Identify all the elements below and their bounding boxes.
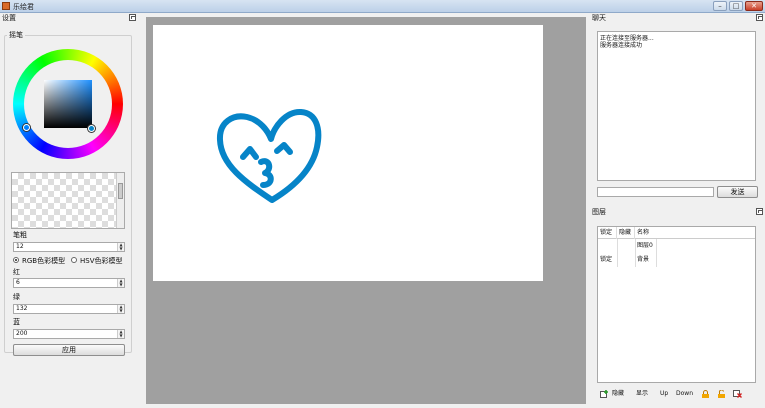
column-header-lock[interactable]: 锁定 [598, 227, 617, 239]
settings-panel-title: 设置 [2, 14, 16, 22]
brush-preview [11, 172, 125, 229]
rgb-model-label: RGB色彩模型 [22, 257, 66, 265]
brush-width-spinbox[interactable]: 12 ▲ ▼ [13, 242, 125, 252]
green-spinbox[interactable]: 132 ▲ ▼ [13, 304, 125, 314]
hide-layer-button[interactable]: 隐藏 [612, 388, 624, 400]
grid-line [617, 239, 618, 267]
grid-line [635, 239, 636, 267]
preview-scrollbar[interactable] [116, 173, 124, 228]
drawing-canvas[interactable] [153, 25, 543, 281]
title-bar: 乐绘君 – □ ✕ [0, 0, 765, 13]
layers-table: 锁定 隐藏 名称 图层0 锁定 背景 [597, 226, 756, 383]
settings-panel: 设置 摇笔 笔粗 12 ▲ ▼ RGB色彩模型 HSV色彩模型 红 6 ▲ ▼ 绿 … [0, 13, 138, 408]
chat-message: 服务器连接成功 [600, 42, 643, 49]
brush-group-title: 摇笔 [7, 30, 25, 40]
chat-panel-header: 聊天 [590, 13, 765, 23]
blue-value: 200 [16, 330, 28, 337]
float-dock-icon[interactable] [756, 208, 763, 215]
green-label: 绿 [13, 293, 20, 301]
hsv-model-radio[interactable] [71, 257, 77, 263]
green-value: 132 [16, 305, 28, 312]
add-layer-icon[interactable] [600, 390, 609, 398]
grid-line [656, 239, 657, 267]
layer-name-cell[interactable]: 背景 [635, 254, 649, 266]
layer-lock-cell[interactable]: 锁定 [598, 254, 612, 266]
brush-width-value: 12 [16, 243, 24, 250]
lock-icon[interactable] [701, 390, 710, 398]
hue-color-wheel[interactable] [13, 49, 123, 159]
chat-message: 正在连接至服务器... [600, 35, 654, 42]
hue-handle[interactable] [23, 124, 30, 131]
chat-input[interactable] [597, 187, 714, 197]
chat-panel: 聊天 正在连接至服务器... 服务器连接成功 发送 [590, 13, 765, 203]
move-layer-up-button[interactable]: Up [660, 388, 668, 400]
move-layer-down-button[interactable]: Down [676, 388, 693, 400]
red-spinbox[interactable]: 6 ▲ ▼ [13, 278, 125, 288]
spin-arrows-icon[interactable]: ▲ ▼ [117, 243, 124, 251]
layers-panel-title: 图层 [592, 208, 606, 216]
spin-arrows-icon[interactable]: ▲ ▼ [117, 330, 124, 338]
brush-width-label: 笔粗 [13, 231, 27, 239]
chat-log: 正在连接至服务器... 服务器连接成功 [597, 31, 756, 181]
spin-arrows-icon[interactable]: ▲ ▼ [117, 279, 124, 287]
canvas-area [146, 17, 586, 404]
right-eye-stroke [274, 142, 293, 155]
red-label: 红 [13, 268, 20, 276]
settings-panel-header: 设置 [0, 13, 138, 23]
column-header-name[interactable]: 名称 [635, 227, 757, 239]
hsv-model-label: HSV色彩模型 [80, 257, 123, 265]
heart-face-drawing [217, 109, 322, 203]
column-header-hide[interactable]: 隐藏 [617, 227, 635, 239]
delete-layer-icon[interactable] [733, 390, 742, 398]
heart-outline [217, 109, 322, 203]
window-title: 乐绘君 [13, 3, 34, 11]
layer-toolbar: 隐藏 显示 Up Down [597, 388, 757, 400]
layers-panel: 图层 锁定 隐藏 名称 图层0 锁定 背景 隐藏 显示 Up Down [590, 207, 765, 408]
layer-name-cell[interactable]: 图层0 [635, 240, 653, 252]
saturation-value-handle[interactable] [88, 125, 95, 132]
mouth-stroke [258, 158, 274, 188]
rgb-model-radio[interactable] [13, 257, 19, 263]
left-eye-stroke [240, 146, 259, 160]
preview-scrollbar-thumb[interactable] [118, 183, 123, 199]
minimize-button[interactable]: – [713, 1, 727, 11]
send-button[interactable]: 发送 [717, 186, 758, 198]
apply-button[interactable]: 应用 [13, 344, 125, 356]
table-row[interactable]: 图层0 [598, 240, 755, 252]
chat-panel-title: 聊天 [592, 14, 606, 22]
canvas-drawing-svg [217, 109, 322, 203]
saturation-value-square[interactable] [44, 80, 92, 128]
table-row[interactable]: 锁定 背景 [598, 254, 755, 266]
close-button[interactable]: ✕ [745, 1, 763, 11]
float-dock-icon[interactable] [129, 14, 136, 21]
float-dock-icon[interactable] [756, 14, 763, 21]
maximize-button[interactable]: □ [729, 1, 743, 11]
blue-label: 蓝 [13, 318, 20, 326]
layers-panel-header: 图层 [590, 207, 765, 217]
layer-lock-cell[interactable] [598, 240, 600, 252]
show-layer-button[interactable]: 显示 [636, 388, 648, 400]
table-header: 锁定 隐藏 名称 [598, 227, 755, 239]
spin-arrows-icon[interactable]: ▲ ▼ [117, 305, 124, 313]
blue-spinbox[interactable]: 200 ▲ ▼ [13, 329, 125, 339]
app-icon [2, 2, 10, 10]
red-value: 6 [16, 279, 20, 286]
unlock-icon[interactable] [717, 390, 726, 398]
